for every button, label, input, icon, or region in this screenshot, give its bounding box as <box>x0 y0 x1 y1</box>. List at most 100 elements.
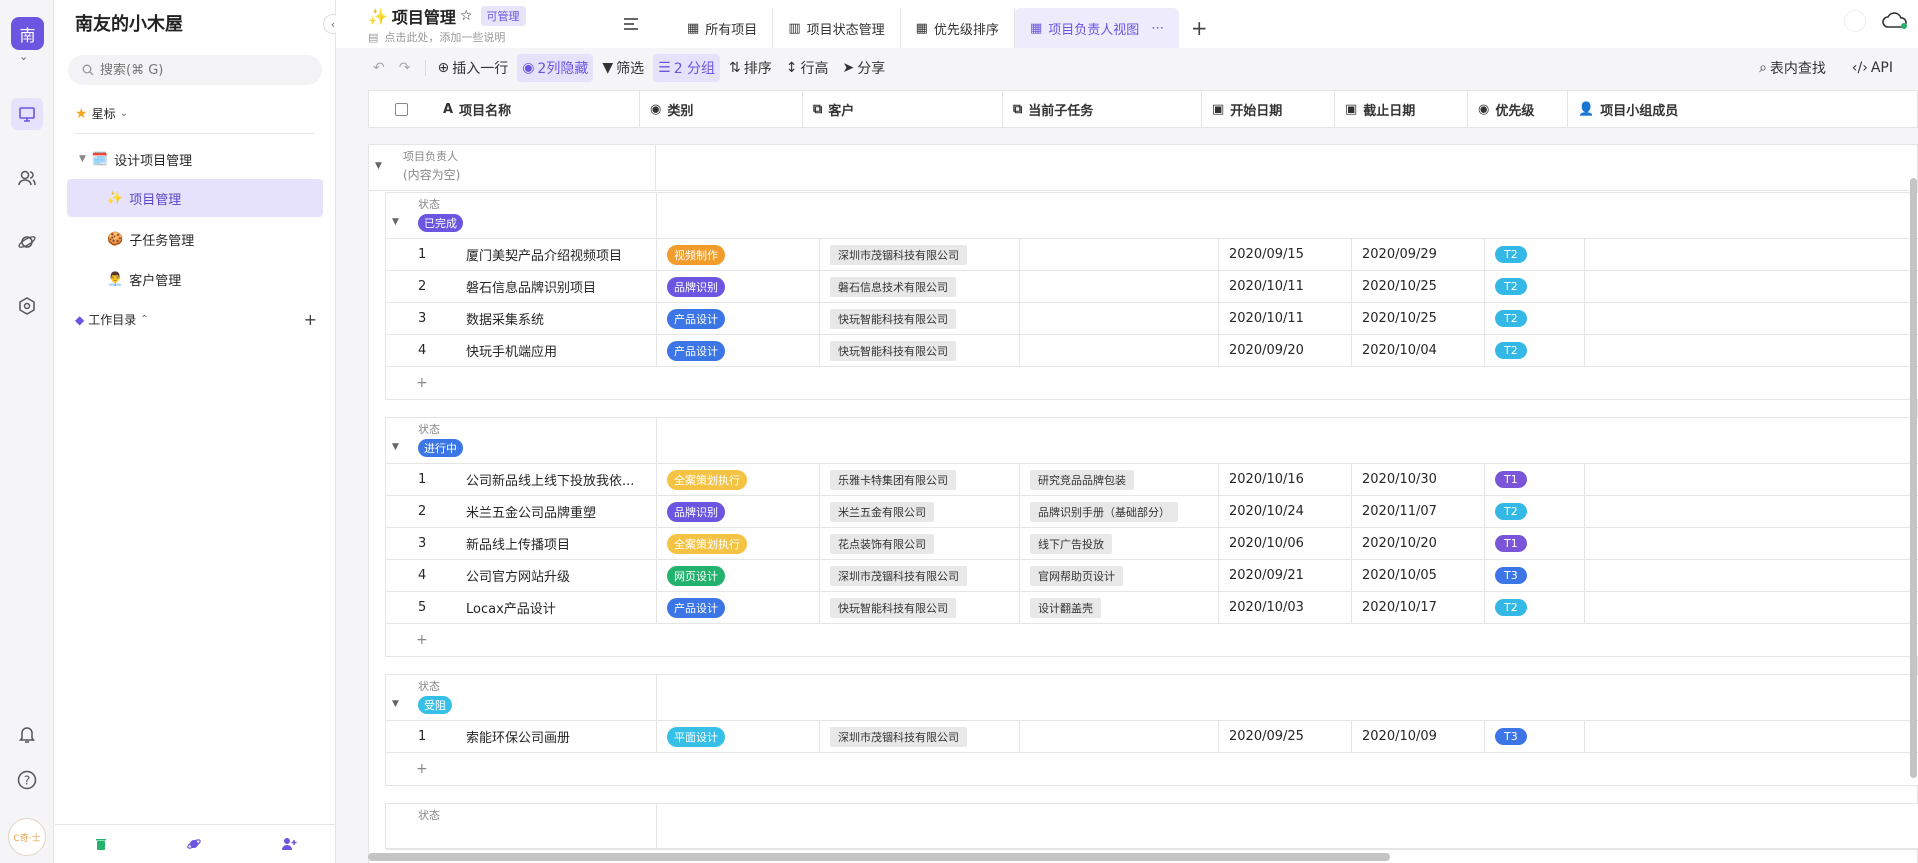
column-header-members[interactable]: 👤 项目小组成员 <box>1568 91 1917 127</box>
priority-cell[interactable]: T2 <box>1485 335 1585 366</box>
workdir-section[interactable]: ◆ 工作目录 ⌃ + <box>75 310 317 329</box>
priority-cell[interactable]: T1 <box>1485 528 1585 559</box>
caret-down-icon[interactable]: ▼ <box>392 442 399 452</box>
hidden-columns-button[interactable]: ◉ 2列隐藏 <box>517 54 594 82</box>
tree-item-project[interactable]: ✨ 项目管理 <box>67 179 323 217</box>
column-header-start[interactable]: ▣ 开始日期 <box>1202 91 1335 127</box>
row-height-button[interactable]: ↕ 行高 <box>781 54 834 82</box>
start-date-cell[interactable]: 2020/10/11 <box>1219 303 1352 334</box>
table-row[interactable]: 3 新品线上传播项目 全案策划执行 花点装饰有限公司 线下广告投放 2020/10/06 2… <box>386 528 1918 560</box>
column-header-end[interactable]: ▣ 截止日期 <box>1335 91 1468 127</box>
subtask-cell[interactable] <box>1020 303 1219 334</box>
priority-cell[interactable]: T2 <box>1485 496 1585 527</box>
tree-item-customer[interactable]: 👨‍💼 客户管理 <box>67 260 323 298</box>
caret-down-icon[interactable]: ▼ <box>375 161 382 171</box>
redo-icon[interactable]: ↷ <box>394 56 416 80</box>
end-date-cell[interactable]: 2020/11/07 <box>1352 496 1485 527</box>
members-cell[interactable] <box>1585 271 1918 302</box>
column-header-priority[interactable]: ◉ 优先级 <box>1468 91 1568 127</box>
find-in-table-button[interactable]: ⌕ 表内查找 <box>1754 54 1831 82</box>
start-date-cell[interactable]: 2020/10/16 <box>1219 464 1352 495</box>
table-row[interactable]: 1 公司新品线上线下投放我依... 全案策划执行 乐雅卡特集团有限公司 研究竞品品牌包装… <box>386 464 1918 496</box>
table-row[interactable]: 4 公司官方网站升级 网页设计 深圳市茂锢科技有限公司 官网帮助页设计 2020/09/2… <box>386 560 1918 592</box>
members-cell[interactable] <box>1585 560 1918 591</box>
tab-priority[interactable]: ▦ 优先级排序 <box>901 8 1015 48</box>
group-header[interactable]: 项目负责人 ▼ (内容为空) <box>369 145 1917 191</box>
end-date-cell[interactable]: 2020/10/20 <box>1352 528 1485 559</box>
priority-cell[interactable]: T1 <box>1485 464 1585 495</box>
caret-down-icon[interactable]: ▼ <box>392 699 399 709</box>
customer-cell[interactable]: 深圳市茂锢科技有限公司 <box>820 721 1020 752</box>
customer-cell[interactable]: 快玩智能科技有限公司 <box>820 592 1020 623</box>
table-row[interactable]: 2 米兰五金公司品牌重塑 品牌识别 米兰五金有限公司 品牌识别手册（基础部分） 2020/… <box>386 496 1918 528</box>
chevron-down-icon[interactable]: ⌄ <box>19 50 28 63</box>
tab-status-kanban[interactable]: ▥ 项目状态管理 <box>773 8 901 48</box>
end-date-cell[interactable]: 2020/10/25 <box>1352 271 1485 302</box>
column-header-subtask[interactable]: ⧉ 当前子任务 <box>1003 91 1202 127</box>
end-date-cell[interactable]: 2020/10/17 <box>1352 592 1485 623</box>
priority-cell[interactable]: T2 <box>1485 592 1585 623</box>
category-cell[interactable]: 平面设计 <box>657 721 820 752</box>
tab-all-projects[interactable]: ▦ 所有项目 <box>672 8 774 48</box>
add-row-button[interactable]: + <box>386 624 1918 656</box>
subtask-cell[interactable] <box>1020 271 1219 302</box>
members-cell[interactable] <box>1585 496 1918 527</box>
subtask-cell[interactable]: 线下广告投放 <box>1020 528 1219 559</box>
end-date-cell[interactable]: 2020/09/29 <box>1352 239 1485 270</box>
start-date-cell[interactable]: 2020/10/24 <box>1219 496 1352 527</box>
table-row[interactable]: 3 数据采集系统 产品设计 快玩智能科技有限公司 2020/10/11 2020/10/2… <box>386 303 1918 335</box>
status-group-header[interactable]: 状态 ▼ 受阻 <box>386 675 1918 721</box>
share-button[interactable]: ➤ 分享 <box>838 54 891 82</box>
priority-cell[interactable]: T3 <box>1485 721 1585 752</box>
star-outline-icon[interactable]: ☆ <box>460 8 473 24</box>
start-date-cell[interactable]: 2020/10/03 <box>1219 592 1352 623</box>
trash-icon[interactable] <box>94 837 108 851</box>
column-header-name[interactable]: A 项目名称 <box>433 91 640 127</box>
subtask-cell[interactable] <box>1020 721 1219 752</box>
end-date-cell[interactable]: 2020/10/04 <box>1352 335 1485 366</box>
undo-icon[interactable]: ↶ <box>368 56 390 80</box>
group-button[interactable]: ☰ 2 分组 <box>653 54 721 82</box>
sort-button[interactable]: ⇅ 排序 <box>724 54 777 82</box>
table-row[interactable]: 2 磐石信息品牌识别项目 品牌识别 磐石信息技术有限公司 2020/10/11 2020/… <box>386 271 1918 303</box>
add-node-button[interactable]: + <box>304 310 317 329</box>
subtask-cell[interactable]: 官网帮助页设计 <box>1020 560 1219 591</box>
table-row[interactable]: 5 Locax产品设计 产品设计 快玩智能科技有限公司 设计翻盖壳 2020/10/03 2… <box>386 592 1918 624</box>
table-row[interactable]: 4 快玩手机端应用 产品设计 快玩智能科技有限公司 2020/09/20 2020/10/… <box>386 335 1918 367</box>
category-cell[interactable]: 视频制作 <box>657 239 820 270</box>
invite-member-icon[interactable] <box>281 836 297 852</box>
members-cell[interactable] <box>1585 464 1918 495</box>
subtask-cell[interactable] <box>1020 335 1219 366</box>
vertical-scrollbar[interactable] <box>1910 178 1917 778</box>
api-button[interactable]: ‹/› API <box>1847 54 1898 82</box>
customer-cell[interactable]: 深圳市茂锢科技有限公司 <box>820 239 1020 270</box>
column-header-customer[interactable]: ⧉ 客户 <box>803 91 1003 127</box>
tab-owner-view[interactable]: ▦ 项目负责人视图 ⋯ <box>1014 8 1180 48</box>
category-cell[interactable]: 产品设计 <box>657 335 820 366</box>
priority-cell[interactable]: T2 <box>1485 303 1585 334</box>
user-avatar-small[interactable] <box>1844 10 1866 32</box>
start-date-cell[interactable]: 2020/09/15 <box>1219 239 1352 270</box>
members-cell[interactable] <box>1585 592 1918 623</box>
subtask-cell[interactable] <box>1020 239 1219 270</box>
category-cell[interactable]: 网页设计 <box>657 560 820 591</box>
priority-cell[interactable]: T2 <box>1485 271 1585 302</box>
customer-cell[interactable]: 快玩智能科技有限公司 <box>820 303 1020 334</box>
members-cell[interactable] <box>1585 721 1918 752</box>
more-icon[interactable]: ⋯ <box>1151 21 1164 36</box>
project-name-cell[interactable]: 新品线上传播项目 <box>450 528 657 559</box>
project-name-cell[interactable]: 数据采集系统 <box>450 303 657 334</box>
start-date-cell[interactable]: 2020/09/21 <box>1219 560 1352 591</box>
start-date-cell[interactable]: 2020/10/11 <box>1219 271 1352 302</box>
workbench-icon[interactable] <box>11 98 43 130</box>
template-icon[interactable] <box>186 836 202 852</box>
start-date-cell[interactable]: 2020/10/06 <box>1219 528 1352 559</box>
category-cell[interactable]: 产品设计 <box>657 592 820 623</box>
category-cell[interactable]: 品牌识别 <box>657 496 820 527</box>
project-name-cell[interactable]: Locax产品设计 <box>450 592 657 623</box>
end-date-cell[interactable]: 2020/10/30 <box>1352 464 1485 495</box>
subtask-cell[interactable]: 研究竞品品牌包装 <box>1020 464 1219 495</box>
user-avatar[interactable]: C奇·士 <box>8 818 46 856</box>
filter-button[interactable]: ▼ 筛选 <box>597 54 649 82</box>
caret-down-icon[interactable]: ▼ <box>392 217 399 227</box>
